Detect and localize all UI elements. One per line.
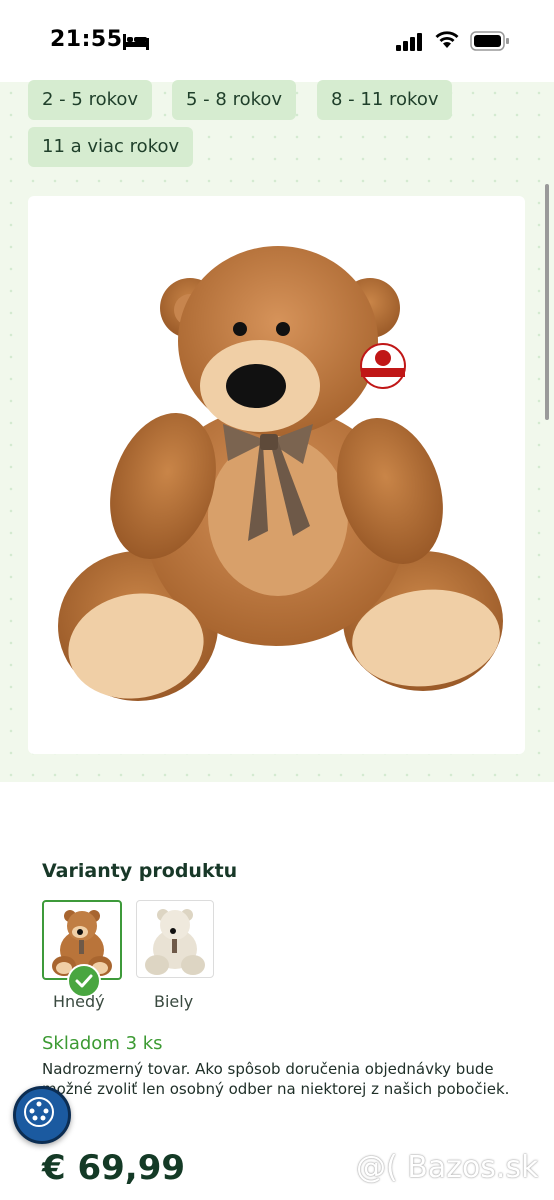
age-filter-chip[interactable]: 11 a viac rokov	[28, 127, 194, 167]
status-bar: 21:55	[0, 0, 554, 82]
accessibility-icon	[24, 1097, 54, 1127]
delivery-note: Nadrozmerný tovar. Ako spôsob doručenia …	[42, 1060, 510, 1098]
variant-white-option[interactable]	[136, 900, 214, 978]
battery-icon	[470, 31, 509, 51]
wifi-icon	[435, 31, 459, 48]
variant-label: Hnedý	[53, 992, 105, 1011]
variant-label: Biely	[154, 992, 194, 1011]
accessibility-button[interactable]	[13, 1086, 71, 1144]
age-filter-chip[interactable]: 2 - 5 rokov	[28, 80, 153, 120]
product-image-card[interactable]	[28, 196, 525, 754]
variants-title: Varianty produktu	[42, 860, 238, 882]
age-filter-chip[interactable]: 8 - 11 rokov	[317, 80, 453, 120]
brand-tag	[360, 343, 406, 389]
scrollbar[interactable]	[545, 184, 549, 420]
teddy-bear-image	[58, 246, 503, 701]
cellular-signal-icon	[396, 33, 422, 51]
age-filter-chip[interactable]: 5 - 8 rokov	[172, 80, 297, 120]
status-time: 21:55	[50, 27, 123, 52]
bed-icon	[123, 34, 149, 50]
watermark: @( Bazos.sk	[356, 1150, 539, 1185]
white-bear-thumbnail	[145, 909, 205, 975]
stock-status: Skladom 3 ks	[42, 1033, 163, 1054]
product-price: € 69,99	[42, 1148, 186, 1188]
